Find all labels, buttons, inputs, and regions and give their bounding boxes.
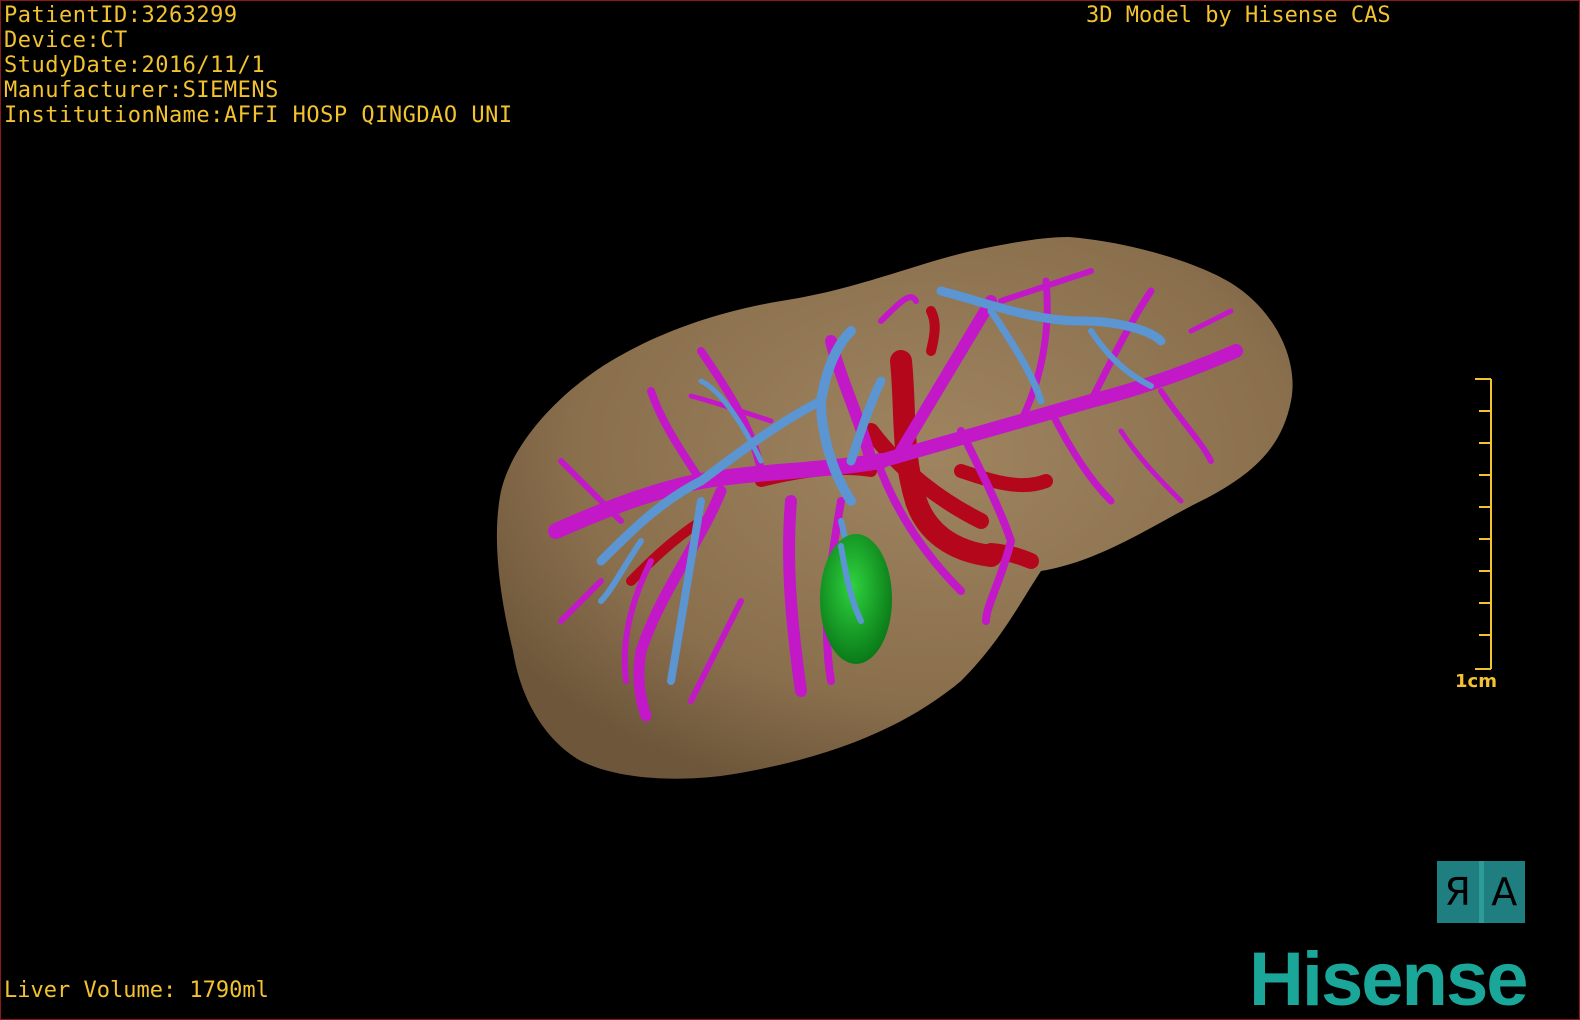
liver-volume: Liver Volume: 1790ml	[4, 978, 269, 1003]
dicom-info-overlay: PatientID:3263299 Device:CT StudyDate:20…	[4, 3, 513, 128]
scale-bar-label: 1cm	[1455, 671, 1497, 692]
tumor-lesion	[820, 534, 892, 664]
study-date: StudyDate:2016/11/1	[4, 53, 266, 78]
liver-3d-model[interactable]	[1, 1, 1579, 1019]
orientation-left-glyph: Я	[1444, 870, 1471, 914]
model-credit: 3D Model by Hisense CAS	[1086, 3, 1391, 28]
manufacturer: Manufacturer:SIEMENS	[4, 78, 279, 103]
orientation-marker[interactable]: Я A	[1437, 861, 1525, 923]
3d-viewport[interactable]: PatientID:3263299 Device:CT StudyDate:20…	[0, 0, 1580, 1020]
patient-id: PatientID:3263299	[4, 3, 238, 28]
device: Device:CT	[4, 28, 128, 53]
institution-name: InstitutionName:AFFI HOSP QINGDAO UNI	[4, 103, 513, 128]
scale-bar	[1475, 378, 1492, 670]
orientation-right-glyph: A	[1491, 870, 1518, 914]
hisense-logo: Hisense	[1249, 937, 1528, 1020]
